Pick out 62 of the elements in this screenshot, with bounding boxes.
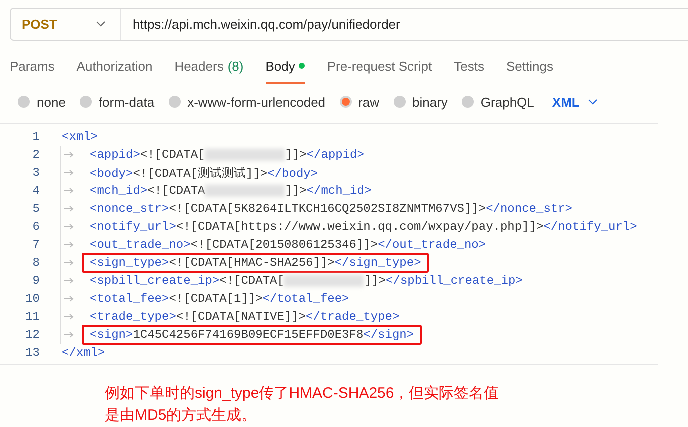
tab-arrow-icon bbox=[64, 296, 74, 302]
tab-arrow-icon bbox=[64, 188, 74, 194]
line-number: 6 bbox=[32, 220, 41, 234]
tab[interactable]: Pre-request Script bbox=[327, 54, 432, 84]
line-number: 11 bbox=[24, 310, 41, 324]
code-line: <out_trade_no><![CDATA[20150806125346]]></out_trade_no> bbox=[89, 237, 488, 254]
code-line: <body><![CDATA[测试测试]]></body> bbox=[89, 166, 320, 182]
line-number: 13 bbox=[24, 346, 41, 360]
method-dropdown[interactable]: POST bbox=[11, 9, 121, 40]
radio-button[interactable] bbox=[80, 96, 92, 108]
tab-arrow-icon bbox=[64, 314, 74, 320]
tab-arrow-icon bbox=[64, 170, 74, 176]
code-line: <spbill_create_ip><![CDATA[ ]]></spbill_create_ip> bbox=[89, 273, 524, 290]
code-line: <mch_id><![CDATA ]]></mch_id> bbox=[89, 183, 373, 200]
line-number: 12 bbox=[24, 328, 41, 342]
line-number: 3 bbox=[32, 166, 41, 180]
format-dropdown[interactable]: XML bbox=[552, 94, 580, 110]
tab[interactable]: Params bbox=[10, 54, 55, 84]
annotation-text: 例如下单时的sign_type传了HMAC-SHA256，但实际签名值 bbox=[105, 384, 500, 404]
tab-arrow-icon bbox=[64, 152, 74, 158]
line-number: 7 bbox=[32, 238, 41, 252]
caret-icon[interactable] bbox=[588, 99, 598, 106]
radio-button[interactable] bbox=[394, 96, 406, 108]
line-number: 9 bbox=[32, 274, 41, 288]
annotation-text: 是由MD5的方式生成。 bbox=[105, 406, 258, 426]
radio-label[interactable]: GraphQL bbox=[480, 94, 534, 110]
code-line: <nonce_str><![CDATA[5K8264ILTKCH16CQ2502SI8ZNMTM67VS]]></nonce_str> bbox=[89, 201, 574, 218]
radio-button[interactable] bbox=[340, 96, 352, 108]
radio-button[interactable] bbox=[168, 96, 181, 108]
radio-label[interactable]: x-www-form-urlencoded bbox=[188, 94, 326, 110]
tab-count: (8) bbox=[228, 58, 244, 74]
tab[interactable]: Settings bbox=[506, 54, 554, 84]
tab-arrow-icon bbox=[64, 224, 74, 230]
url-field[interactable]: https://api.mch.weixin.qq.com/pay/unifiedorder bbox=[121, 16, 400, 32]
line-number: 1 bbox=[32, 130, 41, 144]
radio-button[interactable] bbox=[18, 96, 30, 108]
radio-label[interactable]: none bbox=[37, 94, 66, 110]
line-number: 4 bbox=[32, 184, 41, 198]
tab-arrow-icon bbox=[64, 206, 74, 212]
caret-icon bbox=[96, 21, 106, 28]
code-line: <xml> bbox=[61, 129, 100, 146]
radio-button[interactable] bbox=[462, 96, 474, 108]
radio-label[interactable]: raw bbox=[358, 94, 380, 110]
line-number: 5 bbox=[32, 202, 41, 216]
tab-arrow-icon bbox=[64, 242, 74, 248]
line-number: 10 bbox=[24, 292, 41, 306]
radio-label[interactable]: form-data bbox=[98, 94, 155, 110]
code-line: <appid><![CDATA[ ]]></appid> bbox=[89, 147, 366, 164]
tab[interactable]: Tests bbox=[454, 54, 484, 84]
code-line: <notify_url><![CDATA[https://www.weixin.qq.com/wxpay/pay.php]]></notify_url> bbox=[89, 219, 638, 236]
code-line: <trade_type><![CDATA[NATIVE]]></trade_type> bbox=[89, 309, 401, 326]
line-number: 8 bbox=[32, 256, 41, 270]
line-number: 2 bbox=[32, 148, 41, 162]
tab-arrow-icon bbox=[64, 278, 74, 284]
tab-arrow-icon bbox=[64, 332, 74, 338]
radio-label[interactable]: binary bbox=[412, 94, 448, 110]
tab[interactable]: Headers (8) bbox=[174, 54, 244, 84]
tab[interactable]: Body bbox=[266, 54, 306, 84]
tab[interactable]: Authorization bbox=[76, 54, 153, 84]
code-line: <total_fee><![CDATA[1]]></total_fee> bbox=[89, 291, 350, 308]
code-line: </xml> bbox=[61, 345, 106, 362]
tab-arrow-icon bbox=[64, 260, 74, 266]
